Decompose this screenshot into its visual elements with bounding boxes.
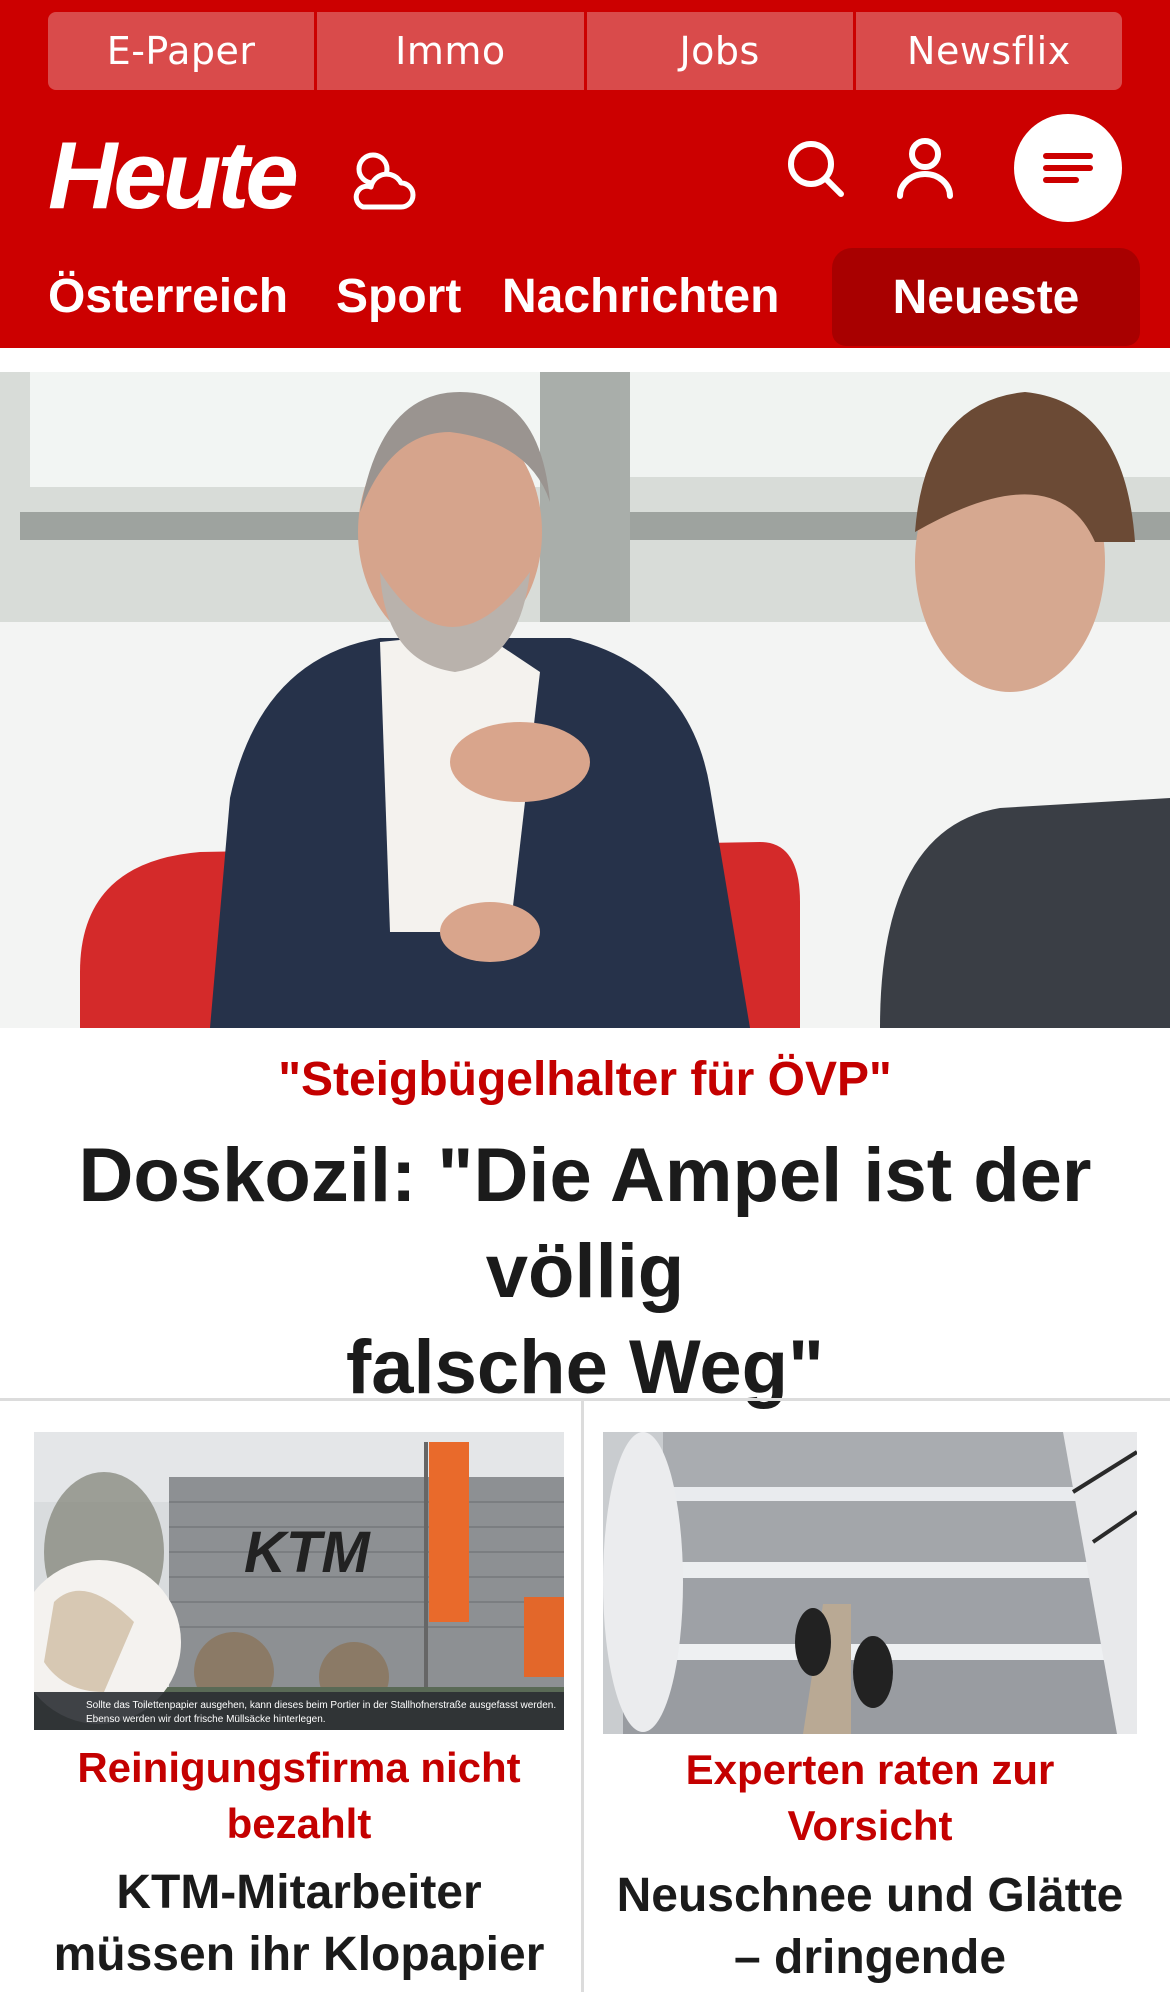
nav-sport[interactable]: Sport bbox=[336, 244, 461, 348]
hero-headline-line2: falsche Weg" bbox=[345, 1325, 825, 1410]
card-title-snow[interactable]: Neuschnee und Glätte – dringende bbox=[603, 1865, 1137, 1989]
card-kicker-snow-line1: Experten raten zur bbox=[685, 1746, 1055, 1793]
card-title-snow-line1: Neuschnee und Glätte bbox=[616, 1869, 1124, 1922]
card-image-snow[interactable] bbox=[603, 1432, 1137, 1734]
site-logo[interactable]: Heute bbox=[48, 128, 299, 224]
top-utility-nav: E-Paper Immo Jobs Newsflix bbox=[48, 12, 1122, 90]
nav-nachrichten[interactable]: Nachrichten bbox=[502, 244, 779, 348]
column-divider bbox=[581, 1400, 584, 1992]
card-title-ktm-line2: müssen ihr Klopapier bbox=[53, 1928, 545, 1981]
nav-oesterreich[interactable]: Österreich bbox=[48, 244, 288, 348]
section-divider bbox=[0, 1398, 1170, 1401]
hero-kicker[interactable]: "Steigbügelhalter für ÖVP" bbox=[0, 1052, 1170, 1107]
image-caption-line2: Ebenso werden wir dort frische Müllsäcke… bbox=[86, 1714, 326, 1725]
card-kicker-ktm-line1: Reinigungsfirma nicht bbox=[77, 1744, 521, 1791]
user-icon[interactable] bbox=[895, 136, 955, 200]
hero-headline[interactable]: Doskozil: "Die Ampel ist der völlig fals… bbox=[0, 1128, 1170, 1416]
menu-button[interactable] bbox=[1014, 114, 1122, 222]
weather-icon[interactable] bbox=[345, 145, 423, 223]
card-kicker-snow[interactable]: Experten raten zur Vorsicht bbox=[603, 1742, 1137, 1854]
topnav-newsflix[interactable]: Newsflix bbox=[852, 12, 1122, 90]
card-kicker-ktm-line2: bezahlt bbox=[226, 1800, 372, 1847]
image-caption-line1: Sollte das Toilettenpapier ausgehen, kan… bbox=[86, 1700, 556, 1711]
card-title-snow-line2: – dringende bbox=[733, 1931, 1007, 1984]
card-image-ktm[interactable]: KTM Sollte das Toilettenpapier ausgehen,… bbox=[34, 1432, 564, 1730]
topnav-immo[interactable]: Immo bbox=[314, 12, 584, 90]
hero-headline-line1: Doskozil: "Die Ampel ist der völlig bbox=[78, 1133, 1092, 1314]
card-kicker-snow-line2: Vorsicht bbox=[787, 1802, 953, 1849]
card-kicker-ktm[interactable]: Reinigungsfirma nicht bezahlt bbox=[34, 1740, 564, 1852]
card-title-ktm-line1: KTM-Mitarbeiter bbox=[116, 1866, 482, 1919]
card-title-ktm[interactable]: KTM-Mitarbeiter müssen ihr Klopapier bbox=[34, 1862, 564, 1986]
menu-icon bbox=[1043, 153, 1093, 183]
hero-image[interactable] bbox=[0, 372, 1170, 1028]
search-icon[interactable] bbox=[785, 138, 847, 200]
ktm-sign-logo: KTM bbox=[244, 1520, 371, 1585]
nav-neueste[interactable]: Neueste bbox=[832, 248, 1140, 346]
topnav-epaper[interactable]: E-Paper bbox=[48, 12, 315, 90]
topnav-jobs[interactable]: Jobs bbox=[583, 12, 853, 90]
